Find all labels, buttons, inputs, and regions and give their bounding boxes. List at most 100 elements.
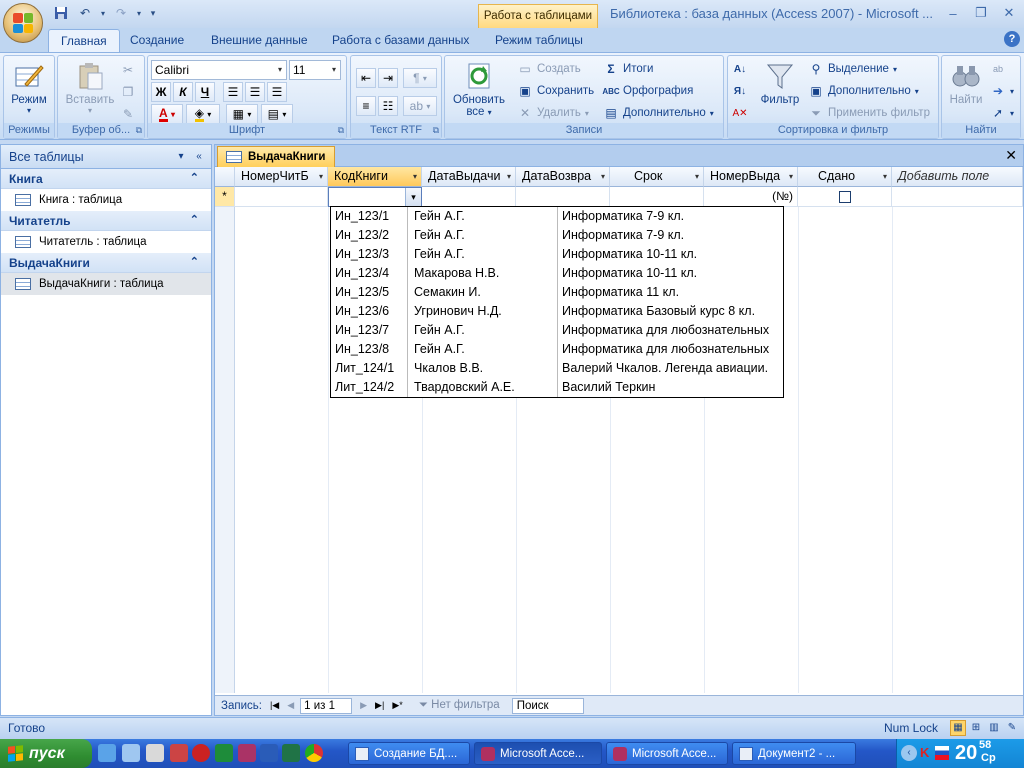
collapse-icon[interactable]: ⌃ [190, 171, 199, 184]
lookup-list-item[interactable]: Ин_123/4 Макарова Н.В. Информатика 10-11 к… [331, 264, 783, 283]
pivottable-view-icon[interactable]: ⊞ [968, 720, 984, 736]
save-app-icon[interactable] [170, 744, 188, 762]
replace-button[interactable]: ab [990, 59, 1006, 79]
chevron-down-icon[interactable]: ▾ [413, 167, 417, 186]
excel-quicklaunch-icon[interactable] [215, 744, 233, 762]
totals-button[interactable]: Σ Итоги [603, 59, 653, 79]
nav-group-kniga[interactable]: Книга ⌃ [1, 169, 211, 189]
redo-dropdown-icon[interactable]: ▾ [134, 4, 144, 22]
column-header[interactable]: ДатаВозвра ▾ [516, 167, 610, 187]
datasheet-view-icon[interactable]: ▦ [950, 720, 966, 736]
column-header[interactable]: Сдано ▾ [798, 167, 892, 187]
collapse-icon[interactable]: ⌃ [190, 255, 199, 268]
kodknigi-lookup-list[interactable]: Ин_123/1 Гейн А.Г. Информатика 7-9 кл. Ин_1… [330, 206, 784, 398]
help-icon[interactable]: ? [1004, 31, 1020, 47]
save-record-button[interactable]: ▣ Сохранить [517, 81, 594, 101]
view-button[interactable]: Режим ▾ [9, 60, 49, 115]
calculator-icon[interactable] [146, 744, 164, 762]
close-document-icon[interactable]: ✕ [1005, 147, 1017, 164]
column-header[interactable]: ДатаВыдачи ▾ [422, 167, 516, 187]
grid-cell[interactable] [422, 187, 516, 207]
lookup-list-item[interactable]: Ин_123/2 Гейн А.Г. Информатика 7-9 кл. [331, 226, 783, 245]
last-record-icon[interactable]: ▶| [375, 700, 384, 711]
start-button[interactable]: пуск [0, 739, 92, 768]
font-size-select[interactable]: 11 ▾ [289, 60, 341, 80]
next-record-icon[interactable]: ▶ [360, 700, 367, 711]
advanced-filter-button[interactable]: ▣ Дополнительно ▾ [808, 81, 918, 101]
bullets-button[interactable]: ☷ [378, 96, 398, 116]
format-painter-button[interactable]: ✎ [120, 104, 136, 124]
paragraph-button[interactable]: ¶ ▾ [403, 68, 437, 88]
select-all-corner[interactable] [215, 167, 235, 187]
office-button[interactable] [3, 3, 43, 43]
kodknigi-combobox[interactable]: ▾ [328, 187, 422, 207]
selection-filter-button[interactable]: ⚲ Выделение ▾ [808, 59, 897, 79]
prev-record-icon[interactable]: ◀ [287, 700, 294, 711]
tab-external-data[interactable]: Внешние данные [199, 29, 320, 52]
nav-group-chitatel[interactable]: Читатетль ⌃ [1, 211, 211, 231]
nav-pane-header[interactable]: Все таблицы ▾ « [1, 145, 211, 169]
font-color-button[interactable]: A ▾ [151, 104, 183, 124]
highlight-button[interactable]: ab ▾ [403, 96, 437, 116]
sort-ascending-button[interactable]: A↓ [732, 59, 748, 79]
save-icon[interactable] [50, 4, 72, 22]
fill-color-button[interactable]: ◈ ▾ [186, 104, 220, 124]
toggle-filter-button[interactable]: ⏷ Применить фильтр [808, 103, 930, 123]
access-quicklaunch-icon[interactable] [238, 744, 256, 762]
paste-button[interactable]: Вставить ▾ [62, 60, 118, 115]
shutter-bar-close-icon[interactable]: « [191, 149, 207, 165]
chevron-down-icon[interactable]: ▾ [601, 167, 605, 186]
lookup-list-item[interactable]: Лит_124/2 Твардовский А.Е. Василий Теркин [331, 378, 783, 397]
record-position-field[interactable]: 1 из 1 [300, 697, 353, 714]
lookup-list-item[interactable]: Ин_123/3 Гейн А.Г. Информатика 10-11 кл. [331, 245, 783, 264]
new-record-button[interactable]: ▭ Создать [517, 59, 580, 79]
explorer-icon[interactable] [122, 744, 140, 762]
new-record-row[interactable]: * ▾ (№) [215, 187, 1023, 207]
chevron-down-icon[interactable]: ▾ [507, 167, 511, 186]
opera-icon[interactable] [192, 744, 210, 762]
document-tab-vydacha[interactable]: ВыдачаКниги [217, 146, 335, 167]
italic-button[interactable]: К [173, 82, 193, 102]
lookup-list-item[interactable]: Лит_124/1 Чкалов В.В. Валерий Чкалов. Леге… [331, 359, 783, 378]
undo-icon[interactable]: ↶ [74, 4, 96, 22]
minimize-button[interactable]: – [940, 2, 966, 24]
chevron-down-icon[interactable]: ▾ [883, 167, 887, 186]
select-button[interactable]: ➚ ▾ [990, 103, 1014, 123]
align-left-button[interactable]: ☰ [223, 82, 243, 102]
taskbar-button-access-1[interactable]: Microsoft Acce... [474, 742, 602, 765]
lookup-list-item[interactable]: Ин_123/5 Семакин И. Информатика 11 кл. [331, 283, 783, 302]
chrome-icon[interactable] [305, 744, 323, 762]
copy-button[interactable]: ❐ [120, 82, 136, 102]
new-record-nav-icon[interactable]: ▶* [392, 700, 402, 711]
no-filter-indicator[interactable]: ⏷ Нет фильтра [419, 699, 500, 712]
new-record-marker[interactable]: * [215, 187, 235, 207]
goto-button[interactable]: ➔ ▾ [990, 81, 1014, 101]
redo-icon[interactable]: ↷ [110, 4, 132, 22]
tab-database-tools[interactable]: Работа с базами данных [320, 29, 481, 52]
restore-button[interactable]: ❐ [968, 2, 994, 24]
chevron-down-icon[interactable]: ▾ [789, 167, 793, 186]
nav-menu-icon[interactable]: ▾ [173, 149, 189, 165]
tab-home[interactable]: Главная [48, 29, 120, 52]
lookup-list-item[interactable]: Ин_123/6 Угринович Н.Д. Информатика Базовы… [331, 302, 783, 321]
column-header[interactable]: КодКниги ▾ [328, 167, 422, 187]
lookup-list-item[interactable]: Ин_123/8 Гейн А.Г. Информатика для любозна… [331, 340, 783, 359]
dialog-launcher-icon[interactable]: ⧉ [136, 125, 142, 136]
word-quicklaunch-icon[interactable] [260, 744, 278, 762]
sdano-checkbox[interactable] [838, 190, 851, 203]
grid-cell[interactable] [235, 187, 328, 207]
spelling-button[interactable]: ABC Орфография [602, 81, 693, 101]
autonumber-cell[interactable]: (№) [704, 187, 798, 207]
taskbar-button-word-doc[interactable]: Создание БД.... [348, 742, 470, 765]
nav-item-vydacha-table[interactable]: ВыдачаКниги : таблица [1, 273, 211, 295]
collapse-icon[interactable]: ⌃ [190, 213, 199, 226]
nav-item-kniga-table[interactable]: Книга : таблица [1, 189, 211, 211]
find-button[interactable]: Найти [946, 60, 986, 106]
excel-icon[interactable] [282, 744, 300, 762]
antivirus-icon[interactable]: K [920, 745, 929, 760]
cut-button[interactable]: ✂ [120, 60, 136, 80]
refresh-all-button[interactable]: Обновить все ▾ [449, 60, 509, 118]
pivotchart-view-icon[interactable]: ▥ [986, 720, 1002, 736]
sort-descending-button[interactable]: Я↓ [732, 81, 748, 101]
increase-indent-button[interactable]: ⇥ [378, 68, 398, 88]
